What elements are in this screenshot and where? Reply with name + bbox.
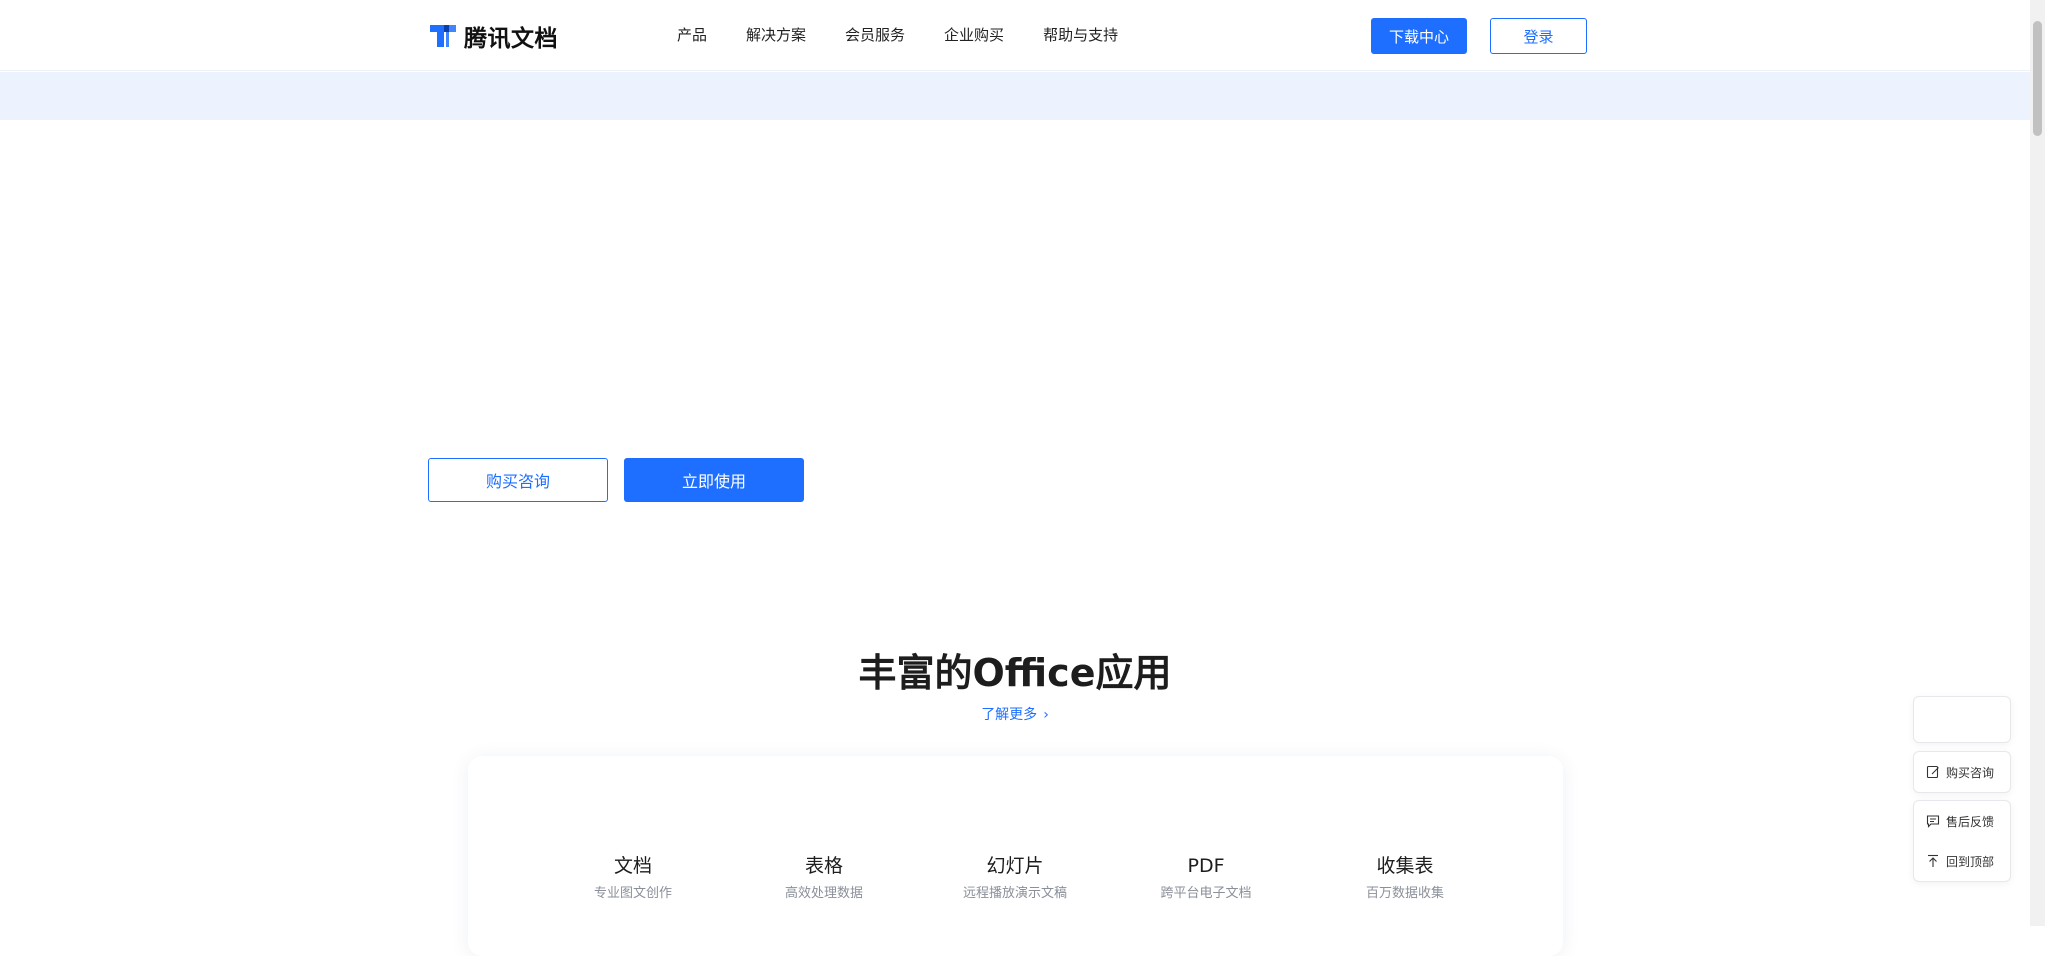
app-name: 幻灯片 — [986, 855, 1044, 877]
nav-item-enterprise[interactable]: 企业购买 — [944, 24, 1004, 45]
arrow-up-icon — [1928, 854, 1938, 867]
app-pdf[interactable]: PDF 跨平台电子文档 — [1126, 854, 1286, 901]
learn-more-link[interactable]: 了解更多 › — [0, 704, 2030, 724]
scrollbar-thumb[interactable] — [2033, 21, 2042, 136]
nav-item-product[interactable]: 产品 — [677, 24, 707, 45]
app-slides[interactable]: 幻灯片 远程播放演示文稿 — [935, 854, 1095, 901]
notice-banner — [0, 72, 2030, 120]
app-name: PDF — [1187, 855, 1225, 877]
nav-item-membership[interactable]: 会员服务 — [845, 24, 905, 45]
page-scrollbar[interactable] — [2030, 0, 2045, 926]
nav-item-solutions[interactable]: 解决方案 — [746, 24, 806, 45]
logo-text: 腾讯文档 — [464, 26, 558, 52]
app-name: 文档 — [613, 855, 652, 877]
purchase-consult-button[interactable]: 购买咨询 — [428, 458, 608, 502]
float-consult-box: 购买咨询 — [1913, 751, 2011, 793]
app-desc: 远程播放演示文稿 — [962, 886, 1067, 901]
app-desc: 跨平台电子文档 — [1160, 886, 1252, 901]
app-name: 表格 — [804, 855, 843, 877]
top-header: 腾讯文档 产品 解决方案 会员服务 企业购买 帮助与支持 下载中心 登录 — [0, 0, 2030, 71]
login-button[interactable]: 登录 — [1490, 18, 1587, 54]
app-desc: 高效处理数据 — [784, 886, 863, 901]
chevron-right-icon: › — [1043, 707, 1049, 723]
app-desc: 专业图文创作 — [593, 886, 672, 901]
float-help-box: 售后反馈 回到顶部 — [1913, 800, 2011, 882]
section-title: 丰富的Office应用 — [858, 651, 1172, 695]
app-name: 收集表 — [1376, 855, 1434, 877]
app-sheets[interactable]: 表格 高效处理数据 — [744, 854, 904, 901]
float-consult-button[interactable]: 购买咨询 — [1914, 752, 2010, 792]
learn-more-label: 了解更多 — [981, 707, 1038, 723]
float-feedback-label: 售后反馈 — [1946, 814, 1995, 829]
tencent-docs-logo-icon — [430, 25, 456, 47]
edit-note-icon — [1926, 765, 1939, 779]
app-docs[interactable]: 文档 专业图文创作 — [553, 854, 713, 901]
nav-item-help[interactable]: 帮助与支持 — [1043, 24, 1118, 45]
app-list: 文档 专业图文创作 表格 高效处理数据 幻灯片 远程播放演示文稿 PDF 跨平台… — [468, 854, 1563, 904]
app-forms[interactable]: 收集表 百万数据收集 — [1325, 854, 1485, 901]
app-desc: 百万数据收集 — [1365, 886, 1444, 901]
back-to-top-button[interactable]: 回到顶部 — [1914, 841, 2010, 881]
office-apps-card: 文档 专业图文创作 表格 高效处理数据 幻灯片 远程播放演示文稿 PDF 跨平台… — [468, 756, 1563, 956]
main-nav: 产品 解决方案 会员服务 企业购买 帮助与支持 — [677, 24, 1157, 45]
float-qr-slot[interactable] — [1913, 696, 2011, 743]
back-to-top-label: 回到顶部 — [1946, 854, 1995, 869]
download-center-button[interactable]: 下载中心 — [1371, 18, 1467, 54]
logo[interactable]: 腾讯文档 — [428, 20, 558, 52]
float-feedback-button[interactable]: 售后反馈 — [1914, 801, 2010, 841]
use-now-button[interactable]: 立即使用 — [624, 458, 804, 502]
message-icon — [1926, 815, 1940, 828]
float-consult-label: 购买咨询 — [1946, 765, 1995, 780]
